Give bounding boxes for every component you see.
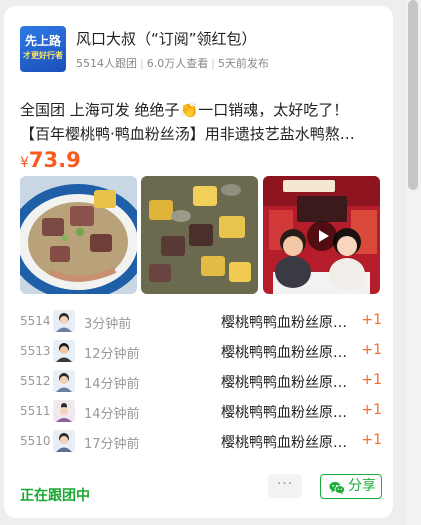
- play-icon[interactable]: [307, 221, 337, 251]
- order-row: 5510 17分钟前 樱桃鸭鸭血粉丝原… +1: [20, 427, 382, 457]
- product-title-line2: 【百年樱桃鸭·鸭血粉丝汤】用非遗技艺盐水鸭熬…: [20, 125, 355, 143]
- group-status: 正在跟团中: [20, 488, 90, 504]
- share-button[interactable]: 分享: [320, 474, 382, 499]
- product-photos: [20, 176, 380, 294]
- order-row: 5512 14分钟前 樱桃鸭鸭血粉丝原… +1: [20, 367, 382, 397]
- order-time: 14分钟前: [84, 407, 140, 422]
- shop-meta: 5514人跟团 | 6.0万人查看 | 5天前发布: [76, 55, 269, 71]
- meta-divider: |: [140, 57, 144, 70]
- order-item: 樱桃鸭鸭血粉丝原…: [221, 345, 347, 361]
- order-row: 5511 14分钟前 樱桃鸭鸭血粉丝原… +1: [20, 397, 382, 427]
- group-buy-card[interactable]: 先上路 才更好行者 风口大叔（“订阅”领红包） 5514人跟团 | 6.0万人查看 |…: [4, 6, 393, 518]
- order-quantity: +1: [361, 342, 382, 358]
- order-number: 5511: [20, 404, 51, 418]
- publish-time: 5天前发布: [217, 57, 269, 70]
- order-time: 17分钟前: [84, 437, 140, 452]
- recent-orders-list: 5514 3分钟前 樱桃鸭鸭血粉丝原… +1 5513 12分钟前 樱桃鸭鸭血粉…: [20, 307, 382, 457]
- order-item: 樱桃鸭鸭血粉丝原…: [221, 435, 347, 451]
- price-value: 73.9: [28, 148, 81, 172]
- order-quantity: +1: [361, 432, 382, 448]
- order-time: 12分钟前: [84, 347, 140, 362]
- livestream-video-thumbnail[interactable]: [263, 176, 380, 294]
- price-currency: ¥: [20, 155, 29, 171]
- order-item: 樱桃鸭鸭血粉丝原…: [221, 315, 347, 331]
- shop-name[interactable]: 风口大叔（“订阅”领红包）: [76, 28, 257, 49]
- order-number: 5510: [20, 434, 51, 448]
- view-count: 6.0万人查看: [146, 57, 209, 70]
- share-label: 分享: [348, 478, 376, 494]
- order-time: 14分钟前: [84, 377, 140, 392]
- product-title-line1: 全国团 上海可发 绝绝子👏一口销魂，太好吃了！: [20, 101, 349, 119]
- wechat-icon: [329, 480, 346, 503]
- order-row: 5514 3分钟前 樱桃鸭鸭血粉丝原… +1: [20, 307, 382, 337]
- tofu-duck-blood-photo[interactable]: [141, 176, 258, 294]
- order-number: 5513: [20, 344, 51, 358]
- buyer-avatar: [53, 340, 75, 362]
- shop-logo-subtext: 才更好行者: [23, 51, 63, 60]
- shop-header[interactable]: 先上路 才更好行者 风口大叔（“订阅”领红包） 5514人跟团 | 6.0万人查看 |…: [20, 26, 380, 76]
- more-button[interactable]: ···: [268, 474, 302, 498]
- order-quantity: +1: [361, 312, 382, 328]
- product-title[interactable]: 全国团 上海可发 绝绝子👏一口销魂，太好吃了！ 【百年樱桃鸭·鸭血粉丝汤】用非遗…: [20, 98, 382, 146]
- buyer-avatar: [53, 430, 75, 452]
- buyer-avatar: [53, 400, 75, 422]
- follower-count: 5514人跟团: [76, 57, 137, 70]
- duck-blood-soup-photo[interactable]: [20, 176, 137, 294]
- order-quantity: +1: [361, 372, 382, 388]
- scrollbar-thumb[interactable]: [408, 0, 418, 190]
- buyer-avatar: [53, 310, 75, 332]
- order-item: 樱桃鸭鸭血粉丝原…: [221, 405, 347, 421]
- order-number: 5514: [20, 314, 51, 328]
- product-price: ¥73.9: [20, 148, 81, 172]
- order-row: 5513 12分钟前 樱桃鸭鸭血粉丝原… +1: [20, 337, 382, 367]
- shop-logo-text: 先上路: [24, 34, 61, 48]
- order-number: 5512: [20, 374, 51, 388]
- order-quantity: +1: [361, 402, 382, 418]
- meta-divider: |: [211, 57, 215, 70]
- shop-logo[interactable]: 先上路 才更好行者: [20, 26, 66, 72]
- buyer-avatar: [53, 370, 75, 392]
- order-time: 3分钟前: [84, 317, 132, 332]
- order-item: 樱桃鸭鸭血粉丝原…: [221, 375, 347, 391]
